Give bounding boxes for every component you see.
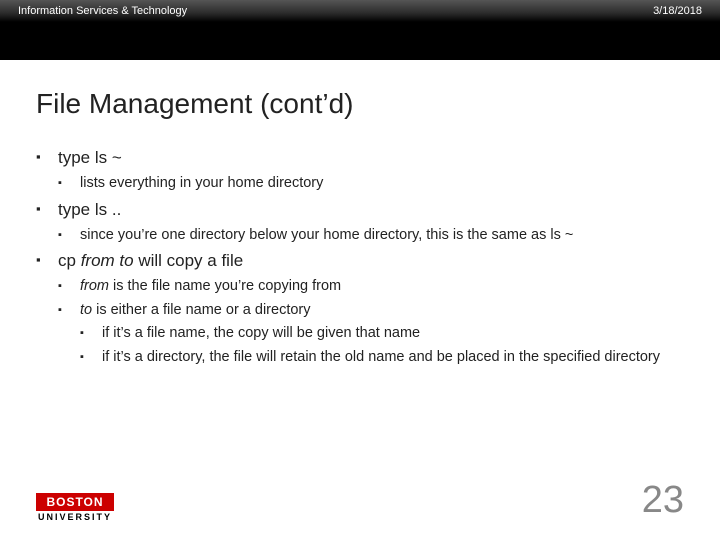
subsubbullet: if it’s a file name, the copy will be gi… [80, 324, 684, 344]
command-text: ls .. [95, 200, 121, 219]
command-text: ls ~ [95, 148, 122, 167]
header-band: Information Services & Technology 3/18/2… [0, 0, 720, 22]
bullet-text: will copy a file [134, 251, 244, 270]
bu-logo: BOSTON UNIVERSITY [36, 493, 114, 522]
bullet-text: type [58, 148, 95, 167]
bullet-text: type [58, 200, 95, 219]
bullet-list: type ls ~ lists everything in your home … [36, 148, 684, 367]
slide-title: File Management (cont’d) [36, 88, 684, 120]
command-text: ls ~ [550, 227, 573, 243]
header-date: 3/18/2018 [653, 5, 702, 17]
sub-text: since you’re one directory below your ho… [80, 227, 550, 243]
bullet-ls-home: type ls ~ lists everything in your home … [36, 148, 684, 194]
content-area: File Management (cont’d) type ls ~ lists… [0, 60, 720, 540]
arg-text: from to [81, 251, 134, 270]
sub-text: is the file name you’re copying from [109, 278, 341, 294]
footer: BOSTON UNIVERSITY 23 [0, 479, 720, 530]
subbullet-from: from is the file name you’re copying fro… [58, 277, 684, 297]
bullet-cp: cp from to will copy a file from is the … [36, 251, 684, 367]
logo-bottom: UNIVERSITY [36, 512, 114, 522]
sub-text: is either a file name or a directory [92, 302, 310, 318]
slide: Information Services & Technology 3/18/2… [0, 0, 720, 540]
subbullet: lists everything in your home directory [58, 174, 684, 194]
arg-text: to [80, 302, 92, 318]
subbullet: since you’re one directory below your ho… [58, 226, 684, 246]
header-black-band [0, 22, 720, 60]
arg-text: from [80, 278, 109, 294]
page-number: 23 [642, 479, 684, 522]
subsubbullet: if it’s a directory, the file will retai… [80, 348, 684, 368]
bullet-ls-parent: type ls .. since you’re one directory be… [36, 200, 684, 246]
subbullet-to: to is either a file name or a directory … [58, 301, 684, 368]
header-left: Information Services & Technology [18, 5, 187, 17]
logo-top: BOSTON [36, 493, 114, 511]
command-text: cp [58, 251, 81, 270]
